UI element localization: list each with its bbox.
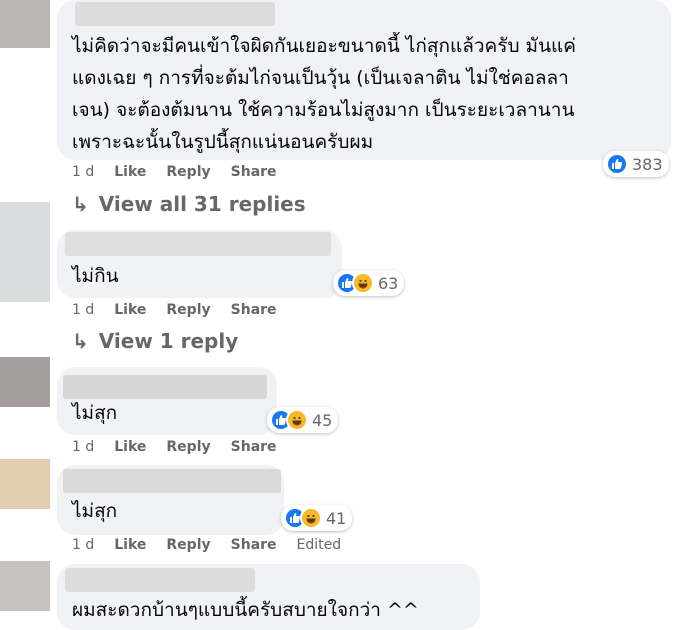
share-button[interactable]: Share [231, 439, 277, 455]
reaction-summary[interactable]: 63 [333, 270, 405, 296]
commenter-name-blurred[interactable] [65, 232, 331, 256]
avatar[interactable] [0, 459, 50, 509]
comment-text-line: เพราะฉะนั้นในรูปนี้สุกแน่นอนครับผม [72, 131, 374, 153]
comment-bubble: ไม่สุก [57, 367, 277, 435]
reply-button[interactable]: Reply [166, 164, 210, 180]
reply-button[interactable]: Reply [166, 537, 210, 553]
like-icon [606, 153, 628, 175]
view-replies-link[interactable]: ↳ View all 31 replies [72, 192, 306, 216]
commenter-name-blurred[interactable] [63, 375, 267, 399]
comment-actions: 1 d Like Reply Share [72, 164, 297, 180]
comment-age[interactable]: 1 d [72, 164, 94, 180]
comment-actions: 1 d Like Reply Share [72, 439, 297, 455]
haha-icon [352, 272, 374, 294]
commenter-name-blurred[interactable] [75, 2, 275, 26]
comment-text-line: แดงเฉย ๆ การที่จะต้มไก่จนเป็นวุ้น (เป็นเ… [72, 67, 569, 89]
view-replies-label: View all 31 replies [98, 192, 306, 216]
reaction-count: 63 [378, 273, 399, 293]
share-button[interactable]: Share [231, 302, 277, 318]
comment-age[interactable]: 1 d [72, 302, 94, 318]
comment-text-line: ผมสะดวกบ้านๆแบบนี้ครับสบายใจกว่า ^^ [72, 599, 419, 621]
reply-button[interactable]: Reply [166, 302, 210, 318]
view-replies-label: View 1 reply [98, 329, 239, 353]
like-button[interactable]: Like [114, 302, 146, 318]
avatar[interactable] [0, 561, 50, 611]
comment-age[interactable]: 1 d [72, 439, 94, 455]
reaction-count: 45 [312, 410, 333, 430]
reaction-summary[interactable]: 383 [603, 151, 669, 177]
haha-icon [286, 409, 308, 431]
comment-text-line: ไม่สุก [72, 500, 118, 522]
like-button[interactable]: Like [114, 439, 146, 455]
edited-label[interactable]: Edited [297, 537, 342, 553]
comment-text-line: ไม่สุก [72, 402, 118, 424]
reply-arrow-icon: ↳ [72, 192, 89, 216]
view-replies-link[interactable]: ↳ View 1 reply [72, 329, 238, 353]
comment-text-line: เจน) จะต้องต้มนาน ใช้ความร้อนไม่สูงมาก เ… [72, 99, 575, 121]
commenter-name-blurred[interactable] [65, 568, 255, 592]
reply-arrow-icon: ↳ [72, 329, 89, 353]
reaction-summary[interactable]: 41 [281, 505, 353, 531]
like-button[interactable]: Like [114, 537, 146, 553]
reaction-count: 41 [326, 508, 347, 528]
avatar[interactable] [0, 0, 50, 48]
comment-text-line: ไม่คิดว่าจะมีคนเข้าใจผิดกันเยอะขนาดนี้ ไ… [72, 35, 577, 57]
haha-icon [300, 507, 322, 529]
comment-actions: 1 d Like Reply Share [72, 302, 297, 318]
comment-age[interactable]: 1 d [72, 537, 94, 553]
reaction-count: 383 [632, 154, 663, 174]
comment-bubble: ผมสะดวกบ้านๆแบบนี้ครับสบายใจกว่า ^^ [57, 564, 480, 630]
comment-text-line: ไม่กิน [72, 265, 119, 287]
commenter-name-blurred[interactable] [63, 469, 281, 493]
avatar[interactable] [0, 357, 50, 407]
avatar[interactable] [0, 202, 50, 302]
share-button[interactable]: Share [231, 537, 277, 553]
reaction-summary[interactable]: 45 [267, 407, 339, 433]
comment-actions: 1 d Like Reply Share Edited [72, 537, 341, 553]
comment-bubble: ไม่คิดว่าจะมีคนเข้าใจผิดกันเยอะขนาดนี้ ไ… [57, 0, 671, 160]
reply-button[interactable]: Reply [166, 439, 210, 455]
like-button[interactable]: Like [114, 164, 146, 180]
comment-bubble: ไม่กิน [57, 230, 342, 298]
share-button[interactable]: Share [231, 164, 277, 180]
comment-bubble: ไม่สุก [57, 465, 284, 535]
